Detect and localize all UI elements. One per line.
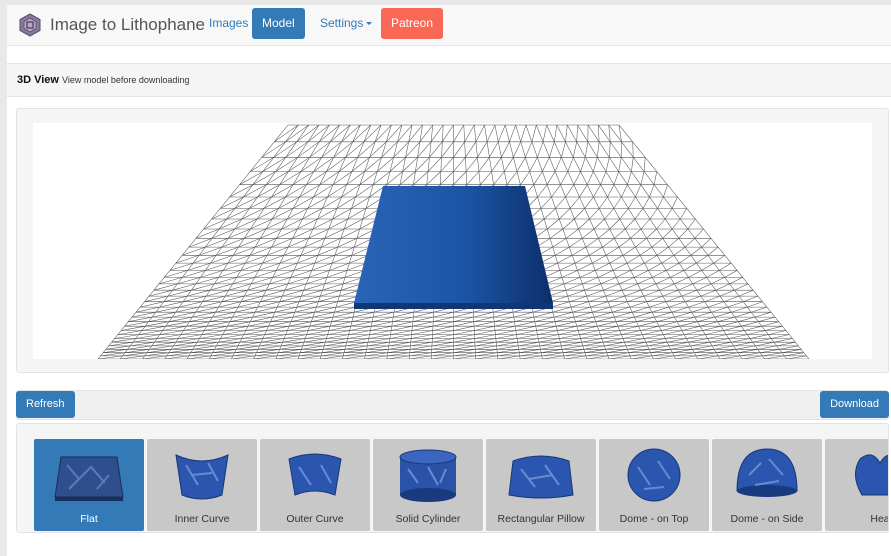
page-subtitle: View model before downloading [62, 75, 190, 85]
flat-plate-model [354, 186, 553, 309]
viewer-panel [16, 108, 889, 373]
3d-viewport[interactable] [33, 123, 872, 360]
brand[interactable]: Image to Lithophane [18, 12, 205, 38]
shape-tile-solid-cylinder[interactable]: Solid Cylinder [373, 439, 483, 531]
nav-model[interactable]: Model [252, 8, 305, 39]
brand-title: Image to Lithophane [50, 15, 206, 34]
caret-down-icon [366, 22, 373, 26]
shape-tile-dome-on-side[interactable]: Dome - on Side [712, 439, 822, 531]
shape-label: Rectangular Pillow [497, 513, 585, 525]
rectangular-pillow-shape-icon [508, 455, 574, 499]
nav-patreon[interactable]: Patreon [381, 8, 443, 39]
outer-curve-shape-icon [288, 453, 342, 496]
shape-tile-dome-on-top[interactable]: Dome - on Top [599, 439, 709, 531]
shape-label: Dome - on Side [730, 513, 804, 525]
shape-label: Flat [80, 513, 98, 525]
shape-tile-inner-curve[interactable]: Inner Curve [147, 439, 257, 531]
nav-images[interactable]: Images [199, 8, 258, 39]
flat-shape-icon [54, 456, 124, 501]
nav-settings[interactable]: Settings [310, 8, 382, 39]
shape-gallery: Flat Inner Curve Outer Curve Solid Cylin… [16, 423, 889, 533]
inner-curve-shape-icon [175, 454, 229, 500]
dome-on-side-shape-icon [736, 448, 798, 497]
shape-label: Solid Cylinder [395, 513, 461, 525]
shape-tile-outer-curve[interactable]: Outer Curve [260, 439, 370, 531]
page-header: 3D View View model before downloading [7, 63, 891, 97]
shape-tile-flat[interactable]: Flat [34, 439, 144, 531]
3d-scene [97, 124, 810, 360]
shape-label: Outer Curve [286, 513, 344, 525]
dome-on-top-shape-icon [627, 448, 681, 502]
page-title: 3D View [17, 74, 59, 86]
shape-label: Hea [870, 513, 889, 525]
nav-settings-label: Settings [320, 16, 364, 30]
refresh-button[interactable]: Refresh [16, 391, 75, 418]
solid-cylinder-shape-icon [399, 449, 457, 502]
shape-label: Inner Curve [174, 513, 230, 525]
shape-tile-rectangular-pillow[interactable]: Rectangular Pillow [486, 439, 596, 531]
action-toolbar: Refresh Download [16, 390, 889, 420]
shape-tile-heart[interactable]: Hea [825, 439, 889, 531]
main-content: 3D View View model before downloading Re… [7, 46, 891, 556]
lithophane-logo-icon [19, 13, 41, 37]
top-navbar: Image to Lithophane Images Model Setting… [7, 5, 891, 46]
download-button[interactable]: Download [820, 391, 889, 418]
shape-label: Dome - on Top [619, 513, 689, 525]
heart-shape-icon [855, 454, 888, 496]
